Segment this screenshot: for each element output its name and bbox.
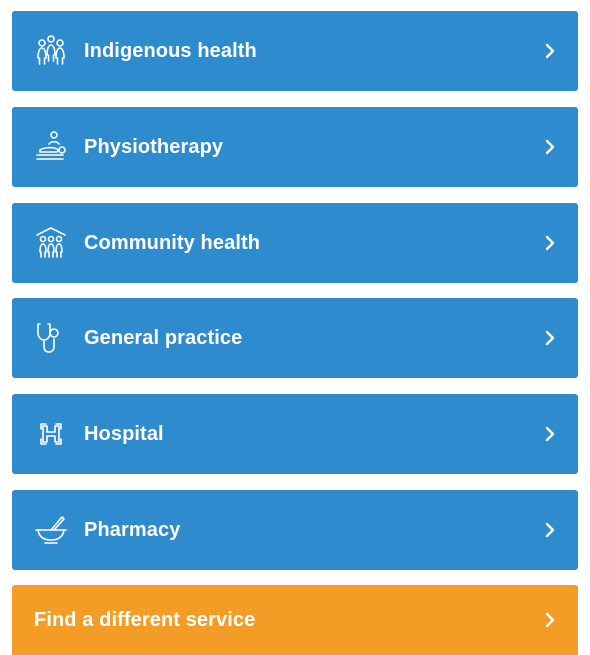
service-item-community-health[interactable]: Community health: [12, 203, 578, 283]
find-different-service-label: Find a different service: [34, 608, 256, 631]
service-item-indigenous-health[interactable]: Indigenous health: [12, 11, 578, 91]
community-house-people-icon: [32, 224, 70, 262]
chevron-right-icon: [540, 41, 560, 61]
chevron-right-icon: [540, 328, 560, 348]
chevron-right-icon: [540, 233, 560, 253]
physiotherapy-massage-icon: [32, 128, 70, 166]
find-different-service-button[interactable]: Find a different service: [12, 585, 578, 655]
service-label: Pharmacy: [84, 518, 181, 541]
chevron-right-icon: [540, 424, 560, 444]
chevron-right-icon: [540, 137, 560, 157]
service-label: Community health: [84, 231, 261, 254]
mortar-pestle-icon: [32, 511, 70, 549]
chevron-right-icon: [540, 520, 560, 540]
service-item-general-practice[interactable]: General practice: [12, 298, 578, 378]
hospital-h-icon: [32, 415, 70, 453]
service-item-pharmacy[interactable]: Pharmacy: [12, 490, 578, 570]
service-label: Physiotherapy: [84, 135, 224, 158]
chevron-right-icon: [540, 610, 560, 630]
service-item-hospital[interactable]: Hospital: [12, 394, 578, 474]
service-label: Indigenous health: [84, 39, 257, 62]
service-label: Hospital: [84, 422, 164, 445]
indigenous-people-icon: [32, 32, 70, 70]
service-list: Indigenous health Physiotherapy Communit…: [0, 0, 590, 655]
service-label: General practice: [84, 326, 243, 349]
service-item-physiotherapy[interactable]: Physiotherapy: [12, 107, 578, 187]
stethoscope-icon: [32, 319, 70, 357]
